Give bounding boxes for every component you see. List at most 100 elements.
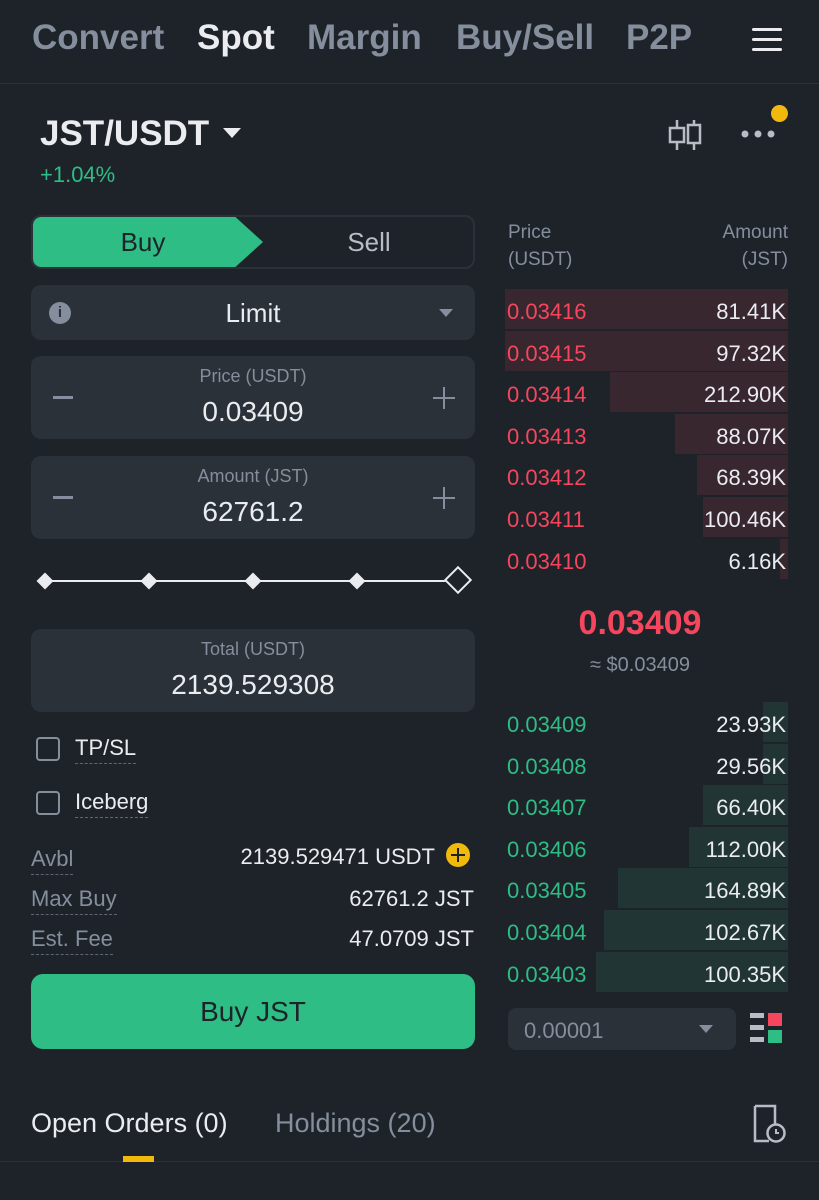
bid-row[interactable]: 0.03407 66.40K [505,785,788,826]
bid-amount: 164.89K [704,878,786,904]
bid-row[interactable]: 0.03403 100.35K [505,951,788,992]
bid-amount: 112.00K [705,836,786,862]
ask-row[interactable]: 0.03412 68.39K [505,455,788,496]
amount-decrement-button[interactable] [53,496,73,499]
nav-tab-spot[interactable]: Spot [197,18,275,58]
nav-tab-p2p[interactable]: P2P [626,18,692,58]
ask-price: 0.03413 [507,423,587,449]
tpsl-checkbox[interactable] [36,737,60,761]
buy-submit-label: Buy JST [200,996,306,1027]
avbl-value: 2139.529471 USDT [240,844,435,869]
sell-tab-label: Sell [347,227,391,257]
order-type-select[interactable]: i Limit [31,285,475,340]
ask-price: 0.03416 [507,299,587,324]
ask-price: 0.03411 [507,507,585,532]
ask-row[interactable]: 0.03411 100.46K [505,497,788,537]
order-history-icon[interactable] [751,1104,787,1144]
hamburger-icon[interactable] [752,26,782,52]
slider-step-25[interactable] [140,572,158,590]
bid-price: 0.03407 [507,795,587,821]
amount-input[interactable]: Amount (JST) 62761.2 [31,456,475,539]
ask-price: 0.03410 [507,548,587,574]
amount-slider[interactable] [36,565,476,596]
amount-increment-button[interactable] [433,487,455,509]
price-increment-button[interactable] [433,387,455,409]
order-type-label: Limit [225,298,281,328]
buy-tab-label: Buy [120,227,166,257]
ask-amount: 88.07K [716,423,786,449]
ask-price: 0.03415 [507,340,587,366]
ask-amount: 68.39K [716,465,786,491]
bid-amount: 102.67K [704,920,786,945]
precision-select[interactable]: 0.00001 [508,1008,736,1050]
pair-selector[interactable]: JST/USDT [40,114,209,154]
last-price[interactable]: 0.03409 [505,604,775,643]
more-icon[interactable] [740,128,776,140]
add-funds-icon[interactable] [446,843,470,867]
slider-step-0[interactable] [36,572,54,590]
ask-row[interactable]: 0.03414 212.90K [505,372,788,413]
ask-amount: 97.32K [716,340,786,366]
last-price-fiat: ≈ $0.03409 [590,654,690,676]
ask-amount: 6.16K [728,548,787,574]
total-input[interactable]: Total (USDT) 2139.529308 [31,629,475,712]
top-nav: Convert Spot Margin Buy/Sell P2P [0,0,819,84]
max-buy-value: 62761.2 JST [349,886,474,911]
bid-price: 0.03404 [507,920,587,945]
nav-tab-convert[interactable]: Convert [32,18,164,58]
slider-step-50[interactable] [244,572,262,590]
sell-tab[interactable]: Sell [263,217,473,267]
caret-down-icon[interactable] [223,128,241,138]
tab-open-orders[interactable]: Open Orders (0) [31,1108,228,1139]
precision-value: 0.00001 [524,1018,604,1043]
price-decrement-button[interactable] [53,396,73,399]
buy-submit-button[interactable]: Buy JST [31,974,475,1049]
price-value[interactable]: 0.03409 [31,396,475,428]
bid-amount: 29.56K [716,753,786,779]
bottom-tabs: Open Orders (0) Holdings (20) [0,1090,819,1162]
ask-row[interactable]: 0.03416 81.41K [505,289,788,329]
ask-price: 0.03412 [507,465,587,491]
bid-price: 0.03409 [507,712,587,737]
bid-amount: 23.93K [716,712,786,737]
slider-handle[interactable] [443,565,473,595]
candlestick-chart-icon[interactable] [666,116,704,154]
est-fee-label[interactable]: Est. Fee [31,926,113,955]
caret-down-icon [439,309,453,317]
ask-amount: 100.46K [704,507,786,532]
ask-row[interactable]: 0.03415 97.32K [505,330,788,371]
max-buy-label[interactable]: Max Buy [31,886,117,915]
avbl-label[interactable]: Avbl [31,846,74,875]
iceberg-label[interactable]: Iceberg [75,789,149,818]
nav-tab-margin[interactable]: Margin [307,18,422,58]
bid-amount: 66.40K [716,795,786,821]
total-value[interactable]: 2139.529308 [31,669,475,701]
est-fee-value: 47.0709 JST [349,926,474,951]
bid-row[interactable]: 0.03404 102.67K [505,910,788,950]
slider-step-75[interactable] [348,572,366,590]
bid-row[interactable]: 0.03405 164.89K [505,868,788,909]
price-input[interactable]: Price (USDT) 0.03409 [31,356,475,439]
orderbook-layout-icon[interactable] [750,1011,784,1045]
ask-price: 0.03414 [507,382,587,408]
ask-amount: 212.90K [704,382,786,408]
buy-tab[interactable]: Buy [33,217,263,267]
bid-row[interactable]: 0.03408 29.56K [505,743,788,784]
amount-label: Amount (JST) [197,466,309,486]
ask-row[interactable]: 0.03410 6.16K [505,538,788,579]
price-label: Price (USDT) [199,366,307,386]
ask-amount: 81.41K [716,299,786,324]
caret-down-icon [699,1025,713,1033]
bid-row[interactable]: 0.03406 112.00K [505,826,788,867]
amount-value[interactable]: 62761.2 [31,496,475,528]
tpsl-label[interactable]: TP/SL [75,735,137,764]
iceberg-checkbox[interactable] [36,791,60,815]
bid-price: 0.03403 [507,961,587,987]
tab-holdings[interactable]: Holdings (20) [275,1108,436,1139]
bid-amount: 100.35K [704,961,786,987]
bid-row[interactable]: 0.03409 23.93K [505,702,788,742]
buy-sell-toggle: Buy Sell [31,215,475,269]
nav-tab-buy-sell[interactable]: Buy/Sell [456,18,594,58]
ask-row[interactable]: 0.03413 88.07K [505,413,788,454]
orderbook-amount-header: Amount (JST) [722,222,788,270]
